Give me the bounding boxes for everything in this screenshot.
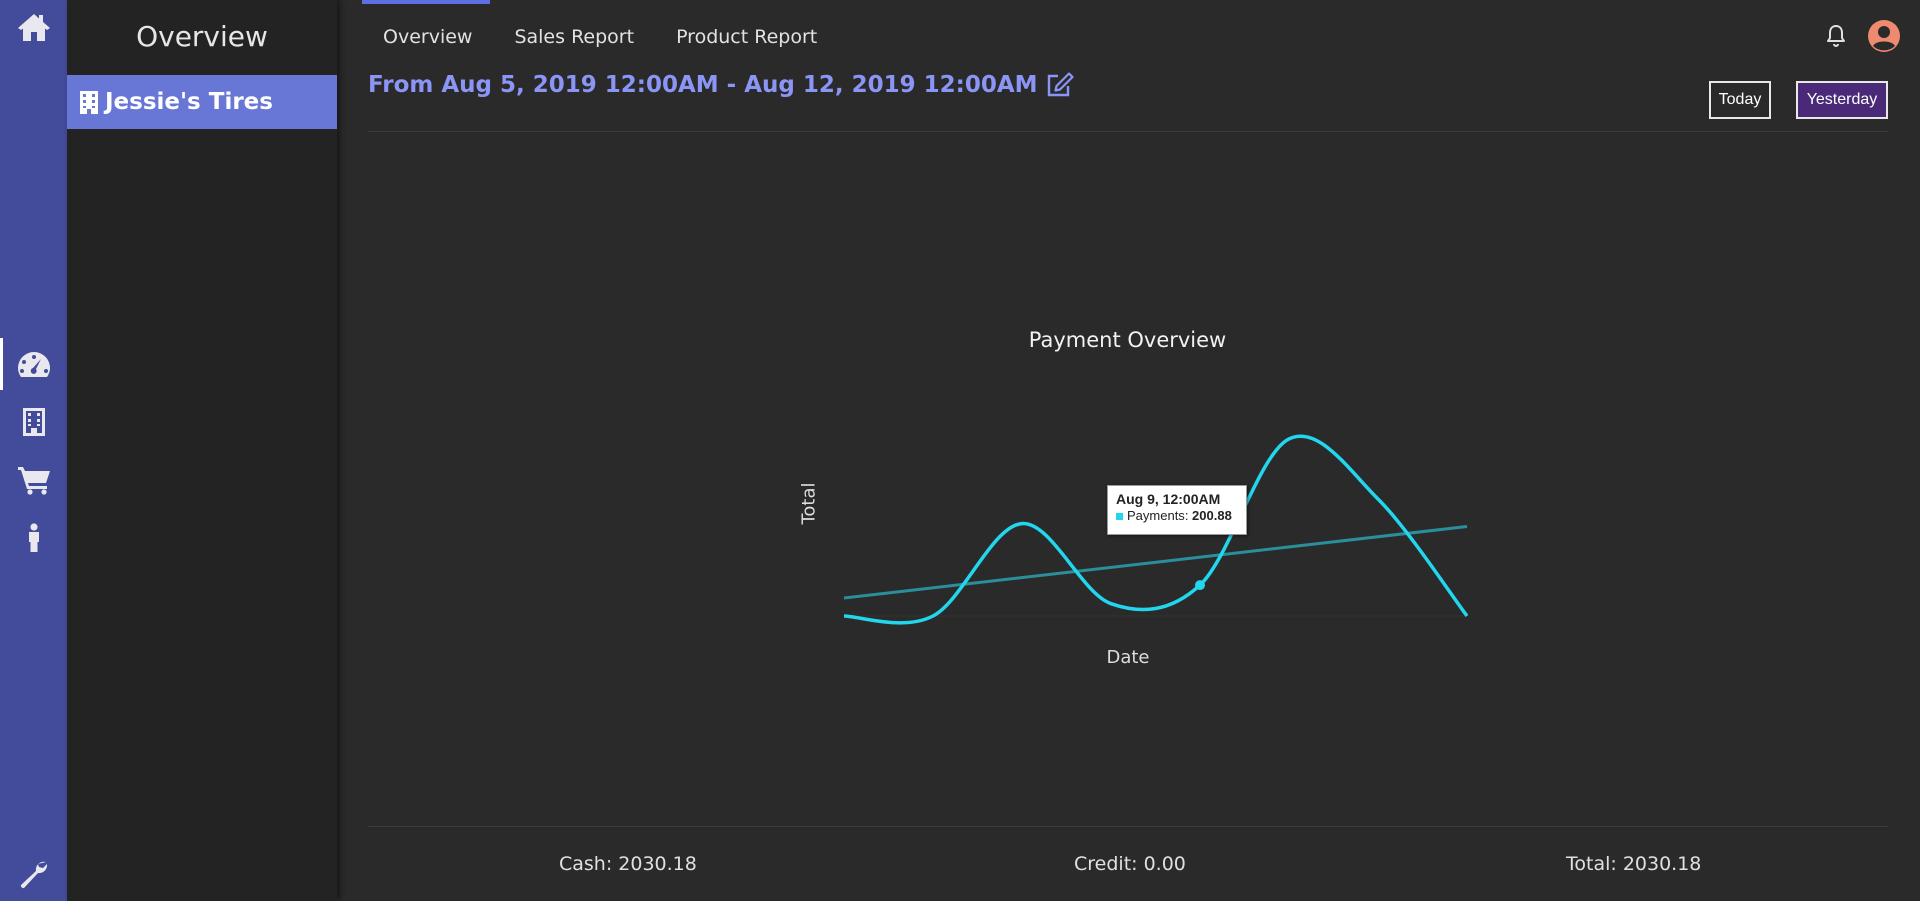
building-icon [22,408,45,436]
y-axis-label: Total [798,482,820,525]
divider [368,826,1888,827]
dashboard-button[interactable] [0,338,67,390]
today-button[interactable]: Today [1709,81,1771,119]
person-icon [28,523,39,552]
home-button[interactable] [0,1,67,53]
tab-sales-report[interactable]: Sales Report [493,0,655,72]
edit-icon [1047,72,1074,97]
bell-icon[interactable] [1826,24,1846,48]
tooltip-row: Payments: 200.88 [1116,508,1238,523]
x-axis-label: Date [1106,647,1150,668]
trend-line [843,525,1468,600]
divider [368,131,1888,132]
sidebar-item-jessies-tires[interactable]: Jessie's Tires [67,75,337,129]
sidebar: Overview Jessie's Tires [67,0,337,901]
top-icons [1826,20,1900,52]
series-swatch [1116,513,1123,520]
top-nav: Overview Sales Report Product Report [362,0,838,72]
avatar-icon[interactable] [1868,20,1900,52]
cash-summary: Cash: 2030.18 [559,853,697,875]
buildings-button[interactable] [0,396,67,448]
home-icon [17,14,50,41]
date-range: From Aug 5, 2019 12:00AM - Aug 12, 2019 … [368,72,1074,98]
chart-tooltip: Aug 9, 12:00AM Payments: 200.88 [1107,485,1247,535]
tooltip-value: 200.88 [1192,508,1232,523]
dashboard-icon [17,352,50,377]
tab-product-report[interactable]: Product Report [655,0,838,72]
date-range-label: From Aug 5, 2019 12:00AM - Aug 12, 2019 … [368,72,1038,98]
edit-date-button[interactable] [1046,72,1074,98]
sidebar-item-label: Jessie's Tires [105,89,273,115]
chart-title: Payment Overview [1028,328,1227,352]
data-point-hovered[interactable] [1195,580,1205,591]
credit-summary: Credit: 0.00 [1074,853,1186,875]
tab-overview[interactable]: Overview [362,0,493,72]
icon-rail [0,0,67,901]
cart-icon [17,467,50,495]
tooltip-series: Payments [1127,508,1185,523]
cart-button[interactable] [0,454,67,506]
total-summary: Total: 2030.18 [1566,853,1702,875]
yesterday-button[interactable]: Yesterday [1796,81,1888,119]
settings-button[interactable] [0,848,67,900]
building-icon [80,90,98,114]
wrench-icon [20,861,47,889]
tooltip-title: Aug 9, 12:00AM [1116,491,1221,507]
sidebar-title: Overview [136,20,268,53]
person-button[interactable] [0,512,67,564]
